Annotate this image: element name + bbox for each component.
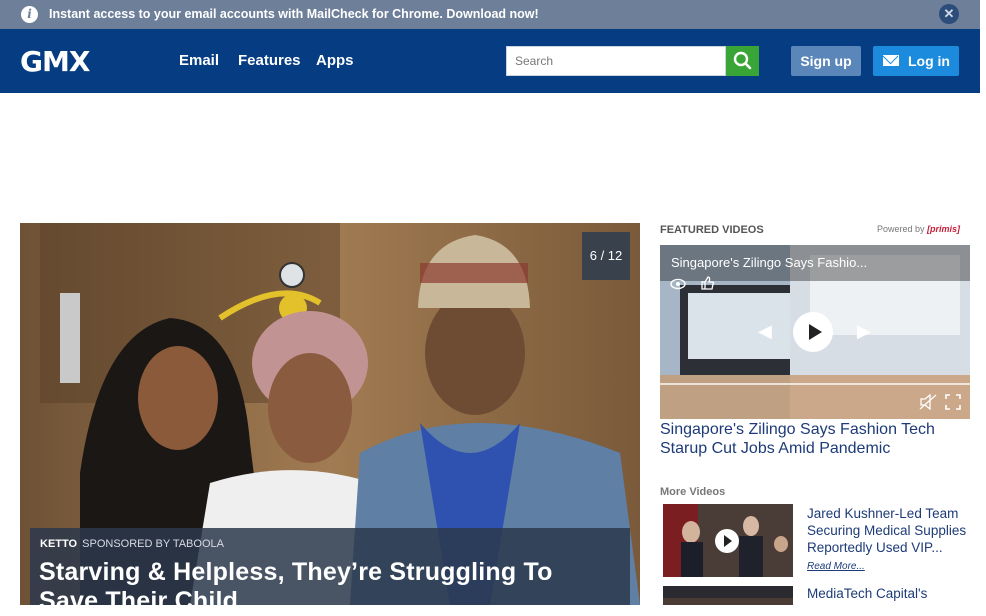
more-video-item[interactable]: Jared Kushner-Led Team Securing Medical … bbox=[807, 505, 967, 575]
login-button[interactable]: Log in bbox=[873, 46, 959, 76]
source-name: KETTO bbox=[40, 538, 78, 550]
more-video-thumbnail[interactable] bbox=[663, 586, 793, 605]
signup-button[interactable]: Sign up bbox=[791, 46, 861, 76]
play-icon[interactable] bbox=[715, 529, 739, 553]
mute-icon[interactable] bbox=[919, 394, 937, 410]
login-label: Log in bbox=[908, 53, 950, 69]
nav-email[interactable]: Email bbox=[179, 52, 219, 69]
nav-apps[interactable]: Apps bbox=[316, 52, 354, 69]
previous-icon[interactable]: ◀ bbox=[758, 321, 772, 342]
slide-source: KETTO SPONSORED BY TABOOLA bbox=[40, 538, 224, 550]
featured-video-headline[interactable]: Singapore's Zilingo Says Fashion Tech St… bbox=[660, 420, 960, 458]
search-button[interactable] bbox=[726, 46, 759, 76]
fullscreen-icon[interactable] bbox=[945, 394, 961, 410]
more-video-title[interactable]: MediaTech Capital's bbox=[807, 586, 927, 601]
play-icon[interactable] bbox=[793, 312, 833, 352]
more-video-title[interactable]: Jared Kushner-Led Team Securing Medical … bbox=[807, 506, 966, 555]
info-icon: i bbox=[21, 6, 38, 23]
slide-title[interactable]: Starving & Helpless, They’re Struggling … bbox=[39, 558, 609, 616]
video-title: Singapore's Zilingo Says Fashio... bbox=[671, 255, 868, 270]
more-video-thumbnail[interactable] bbox=[663, 504, 793, 577]
mailcheck-banner: i Instant access to your email accounts … bbox=[0, 0, 980, 29]
gmx-logo[interactable]: GMX bbox=[20, 45, 90, 78]
powered-prefix: Powered by bbox=[877, 224, 925, 234]
featured-videos-label: FEATURED VIDEOS bbox=[660, 224, 764, 236]
banner-text[interactable]: Instant access to your email accounts wi… bbox=[49, 7, 539, 21]
mail-icon bbox=[883, 55, 899, 66]
read-more-link[interactable]: Read More... bbox=[807, 561, 865, 572]
search-input[interactable] bbox=[506, 46, 726, 76]
slide-counter: 6 / 12 bbox=[582, 232, 630, 280]
search-icon bbox=[733, 51, 752, 70]
more-videos-label: More Videos bbox=[660, 486, 726, 498]
more-video-item[interactable]: MediaTech Capital's bbox=[807, 585, 967, 602]
close-icon[interactable]: ✕ bbox=[939, 4, 959, 24]
powered-by: Powered by [primis] bbox=[877, 224, 960, 234]
thumbs-up-icon[interactable] bbox=[700, 276, 716, 290]
featured-video-player[interactable]: Singapore's Zilingo Says Fashio... ◀ ▶ bbox=[660, 245, 970, 419]
mediatech-thumbnail bbox=[663, 586, 793, 605]
slide-caption[interactable]: KETTO SPONSORED BY TABOOLA Starving & He… bbox=[30, 528, 630, 615]
sponsored-label: SPONSORED BY TABOOLA bbox=[82, 538, 224, 550]
next-icon[interactable]: ▶ bbox=[857, 321, 871, 342]
primis-logo[interactable]: [primis] bbox=[927, 224, 960, 234]
nav-features[interactable]: Features bbox=[238, 52, 301, 69]
